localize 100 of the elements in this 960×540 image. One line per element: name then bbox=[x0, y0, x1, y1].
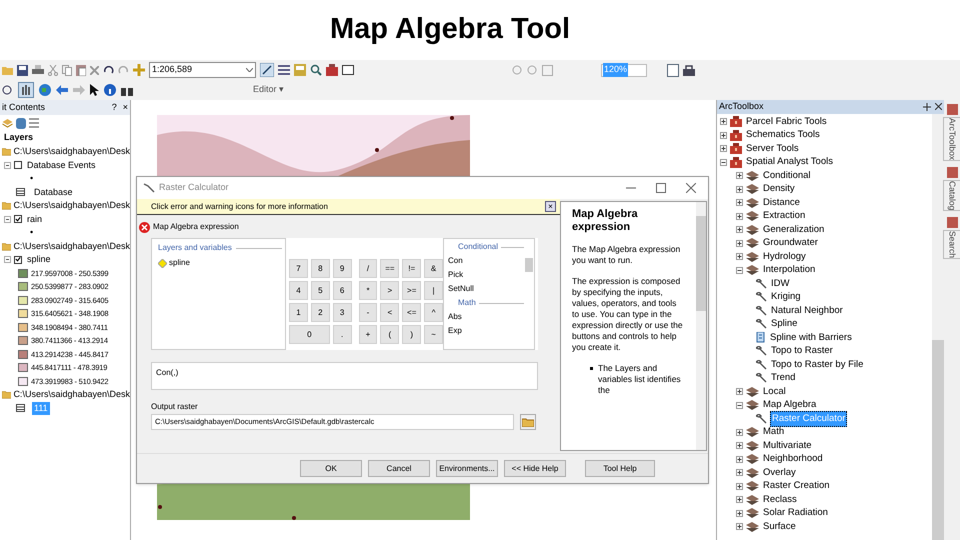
tree-item[interactable]: Layers bbox=[0, 131, 130, 145]
close-icon[interactable] bbox=[935, 103, 942, 110]
checkbox[interactable] bbox=[14, 256, 22, 264]
keypad-button[interactable]: | bbox=[424, 281, 444, 300]
function-item[interactable]: Exp bbox=[448, 325, 524, 337]
expand-icon[interactable] bbox=[736, 469, 743, 476]
keypad-button[interactable]: & bbox=[424, 259, 444, 278]
tree-item[interactable]: Multivariate bbox=[762, 438, 813, 453]
dialog-button[interactable]: Cancel bbox=[368, 460, 430, 477]
tree-item[interactable]: Trend bbox=[770, 371, 796, 386]
tree-item[interactable]: Math bbox=[762, 425, 786, 440]
expand-icon[interactable] bbox=[736, 212, 743, 220]
tree-item[interactable]: Spatial Analyst Tools bbox=[745, 155, 834, 170]
side-tab[interactable]: ArcToolbox bbox=[942, 117, 960, 162]
scissors-icon[interactable] bbox=[48, 64, 58, 76]
expand-icon[interactable] bbox=[736, 253, 743, 260]
tree-item[interactable]: Extraction bbox=[762, 209, 806, 224]
tree-item[interactable]: Server Tools bbox=[745, 142, 800, 156]
keypad-button[interactable]: == bbox=[380, 259, 400, 278]
tree-item[interactable]: Kriging bbox=[770, 290, 802, 304]
checkbox[interactable] bbox=[14, 215, 22, 224]
dialog-button[interactable]: Tool Help bbox=[585, 460, 655, 477]
keypad-button[interactable]: > bbox=[380, 281, 400, 300]
page-layout-icon[interactable] bbox=[667, 64, 679, 76]
tree-item[interactable]: Groundwater bbox=[762, 236, 819, 250]
collapse-icon[interactable] bbox=[736, 402, 743, 409]
info-icon[interactable] bbox=[104, 84, 116, 96]
expand-icon[interactable] bbox=[720, 132, 727, 139]
tree-item[interactable]: C:\Users\saidghabayen\Desk bbox=[13, 388, 130, 402]
keypad-button[interactable]: ) bbox=[402, 325, 422, 344]
undo-icon[interactable] bbox=[103, 66, 114, 74]
keypad-button[interactable]: ~ bbox=[424, 325, 443, 344]
expand-icon[interactable] bbox=[736, 442, 743, 450]
keypad-button[interactable]: 1 bbox=[289, 303, 308, 322]
paste-icon[interactable] bbox=[76, 64, 86, 76]
tree-item[interactable]: C:\Users\saidghabayen\Desk bbox=[13, 199, 130, 212]
pin-icon[interactable] bbox=[923, 103, 931, 111]
tree-item[interactable]: Conditional bbox=[762, 168, 812, 183]
keypad-button[interactable]: < bbox=[380, 303, 400, 322]
tree-item[interactable]: Topo to Raster by File bbox=[770, 358, 864, 372]
tree-item[interactable]: Surface bbox=[762, 520, 797, 534]
tree-item[interactable]: Spline bbox=[770, 317, 798, 332]
keypad-button[interactable]: != bbox=[402, 259, 422, 278]
keypad-button[interactable]: 0 bbox=[289, 325, 330, 344]
close-icon[interactable] bbox=[686, 183, 696, 193]
keypad-button[interactable]: 7 bbox=[289, 259, 308, 278]
dialog-button[interactable]: OK bbox=[300, 460, 362, 477]
expand-icon[interactable] bbox=[720, 145, 727, 152]
tree-item[interactable]: Neighborhood bbox=[762, 452, 824, 466]
keypad-button[interactable]: 9 bbox=[332, 259, 352, 278]
expander-icon[interactable] bbox=[4, 162, 11, 169]
keypad-button[interactable]: . bbox=[332, 325, 352, 344]
globe-icon[interactable] bbox=[39, 84, 51, 96]
list-icon[interactable] bbox=[278, 65, 290, 75]
keypad-button[interactable]: * bbox=[358, 281, 378, 300]
tree-item[interactable]: Spline with Barriers bbox=[769, 330, 853, 345]
error-icon[interactable] bbox=[139, 222, 150, 232]
checkbox[interactable] bbox=[14, 161, 22, 170]
search-icon[interactable] bbox=[310, 64, 322, 76]
function-item[interactable]: SetNull bbox=[448, 283, 524, 295]
layers-icon[interactable] bbox=[2, 118, 13, 128]
collapse-icon[interactable] bbox=[736, 266, 743, 274]
expander-icon[interactable] bbox=[4, 256, 11, 264]
tree-item[interactable]: IDW bbox=[770, 276, 790, 291]
expander-icon[interactable] bbox=[4, 216, 11, 223]
expand-icon[interactable] bbox=[720, 118, 727, 126]
expand-icon[interactable] bbox=[736, 172, 743, 180]
tree-item[interactable]: Distance bbox=[762, 196, 801, 210]
tree-item[interactable]: C:\Users\saidghabayen\Desk bbox=[13, 240, 130, 253]
delete-icon[interactable] bbox=[90, 66, 99, 74]
expand-icon[interactable] bbox=[736, 226, 743, 234]
close-button[interactable]: × bbox=[122, 100, 128, 114]
database-icon[interactable] bbox=[16, 118, 26, 128]
scrollbar[interactable] bbox=[696, 202, 706, 450]
expand-icon[interactable] bbox=[736, 456, 743, 463]
side-tab[interactable]: Search bbox=[942, 230, 960, 260]
layer-name[interactable]: Database bbox=[32, 186, 75, 199]
dialog-button[interactable]: << Hide Help bbox=[504, 460, 566, 477]
editor-menu[interactable]: Editor ▾ bbox=[253, 83, 284, 97]
tree-item[interactable]: Reclass bbox=[762, 492, 798, 507]
select-arrow-icon[interactable] bbox=[90, 84, 99, 96]
tree-item[interactable]: Hydrology bbox=[762, 250, 807, 264]
browse-button[interactable] bbox=[520, 414, 536, 430]
keypad-button[interactable]: 3 bbox=[332, 303, 352, 322]
tree-item[interactable]: Generalization bbox=[762, 222, 826, 237]
layer-name[interactable]: spline bbox=[27, 253, 51, 266]
tree-item[interactable]: Raster Creation bbox=[762, 479, 831, 494]
expand-icon[interactable] bbox=[736, 428, 743, 436]
keypad-button[interactable]: <= bbox=[402, 303, 422, 322]
toolbox-icon[interactable] bbox=[326, 64, 338, 76]
keypad-button[interactable]: ( bbox=[380, 325, 400, 344]
side-tab[interactable]: Catalog bbox=[942, 180, 960, 212]
tree-item[interactable]: Solar Radiation bbox=[762, 506, 829, 520]
print-icon[interactable] bbox=[32, 64, 44, 76]
scale-field[interactable]: 1:206,589 bbox=[149, 62, 256, 78]
function-item[interactable]: Pick bbox=[448, 269, 524, 281]
tree-item[interactable]: Parcel Fabric Tools bbox=[745, 114, 828, 129]
tree-item[interactable]: Schematics Tools bbox=[745, 128, 821, 142]
expand-icon[interactable] bbox=[736, 496, 743, 504]
tree-item[interactable]: Local bbox=[762, 384, 787, 399]
